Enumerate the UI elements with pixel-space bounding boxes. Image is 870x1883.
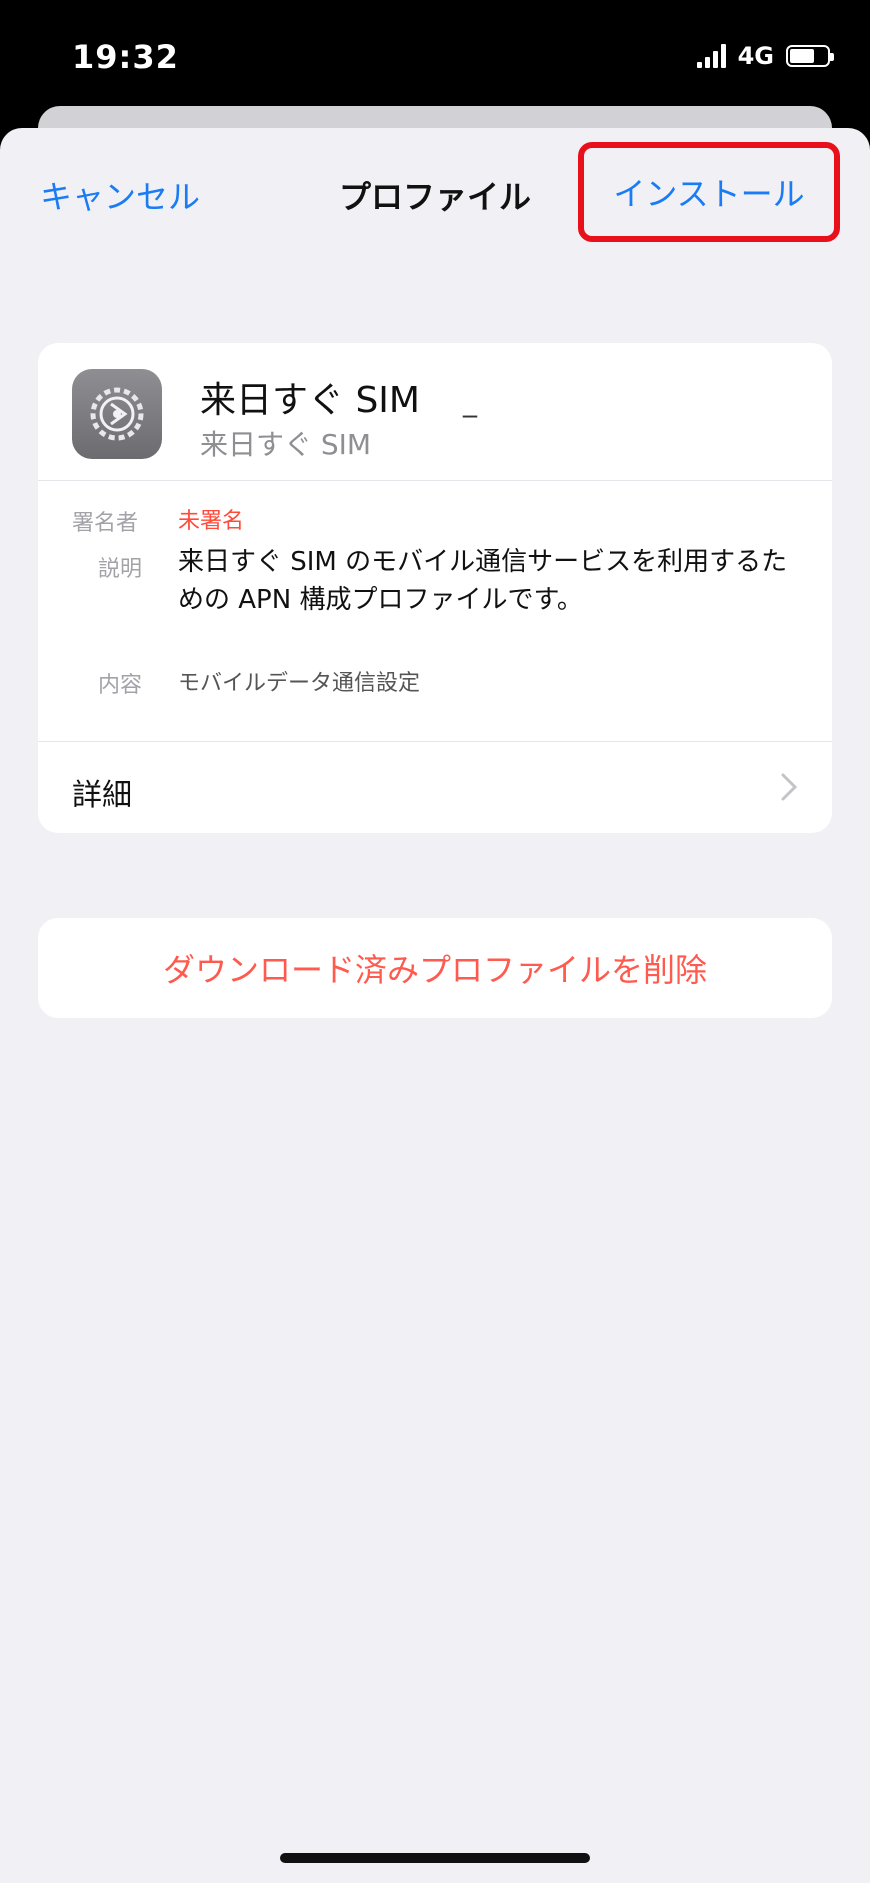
delete-profile-label: ダウンロード済みプロファイルを削除 (162, 951, 707, 989)
profile-sheet: キャンセル プロファイル インストール 来日すぐ SIM _ 来日すぐ SIM … (0, 128, 870, 1883)
status-indicators: 4G (696, 42, 834, 70)
battery-icon (786, 45, 834, 67)
description-row: 説明 来日すぐ SIM のモバイル通信サービスを利用するための APN 構成プロ… (38, 543, 832, 643)
description-value: 来日すぐ SIM のモバイル通信サービスを利用するための APN 構成プロファイ… (178, 547, 788, 615)
profile-subtitle: 来日すぐ SIM (200, 428, 372, 461)
screen: 19:32 4G キャンセル プロファイル インストール 来日すぐ SIM _ … (0, 0, 870, 1883)
contents-row: 内容 モバイルデータ通信設定 (38, 665, 832, 705)
signed-row: 署名者 未署名 (38, 503, 832, 543)
profile-name-cursor: _ (463, 385, 477, 418)
signed-label: 署名者 (72, 511, 139, 536)
network-type-label: 4G (737, 42, 774, 70)
install-button-label: インストール (613, 175, 805, 213)
status-bar: 19:32 4G (0, 0, 870, 120)
contents-label: 内容 (98, 673, 143, 698)
description-label: 説明 (98, 557, 143, 582)
settings-gear-icon (72, 369, 162, 459)
install-button[interactable]: インストール (578, 142, 840, 242)
details-row[interactable]: 詳細 (38, 741, 832, 833)
navigation-bar: キャンセル プロファイル インストール (0, 128, 870, 258)
profile-card: 来日すぐ SIM _ 来日すぐ SIM 署名者 未署名 説明 来日すぐ SIM … (38, 343, 832, 833)
profile-name: 来日すぐ SIM (200, 380, 420, 421)
delete-profile-button[interactable]: ダウンロード済みプロファイルを削除 (38, 918, 832, 1018)
status-time: 19:32 (72, 38, 179, 76)
contents-value: モバイルデータ通信設定 (178, 671, 421, 696)
home-indicator[interactable] (280, 1853, 590, 1863)
cellular-signal-icon (696, 44, 726, 68)
signed-value: 未署名 (178, 509, 245, 534)
details-label: 詳細 (72, 778, 132, 813)
chevron-right-icon (781, 773, 798, 801)
profile-header: 来日すぐ SIM _ 来日すぐ SIM (38, 343, 832, 481)
